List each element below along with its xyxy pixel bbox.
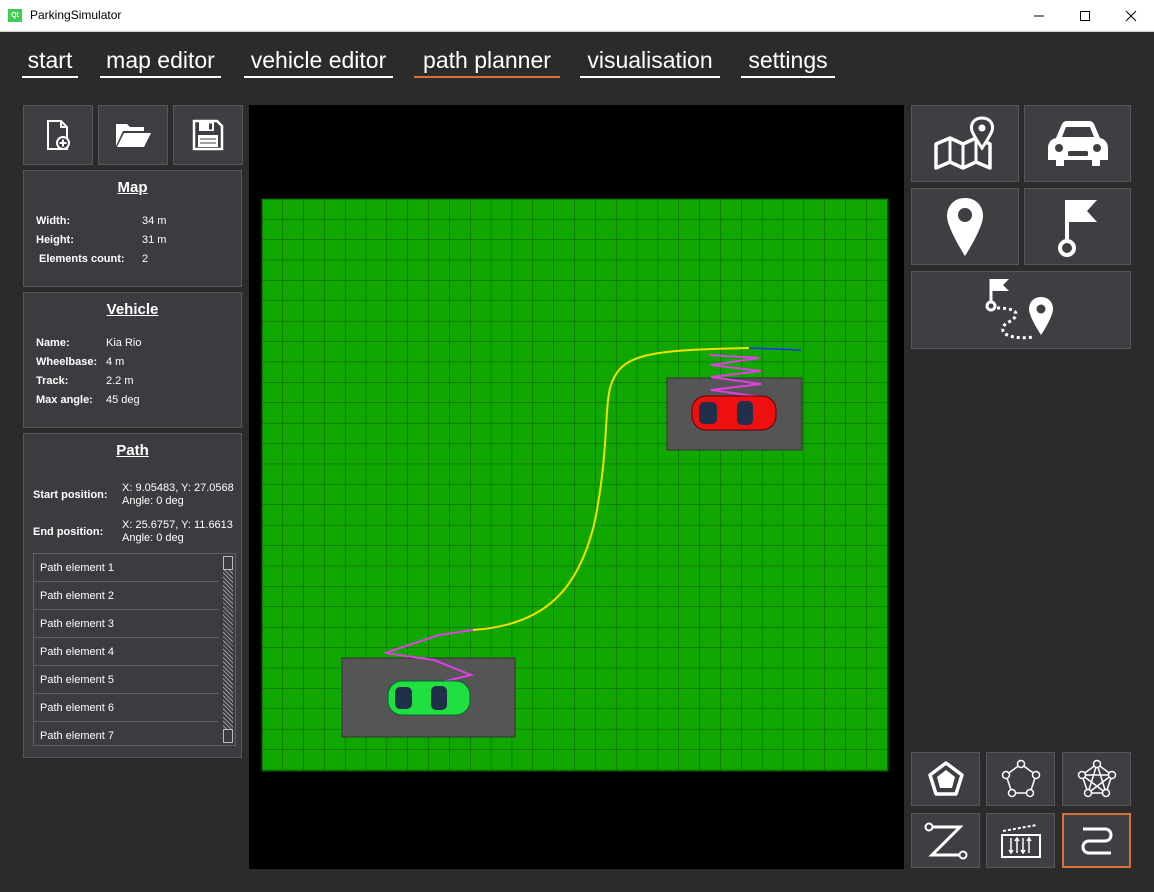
tab-settings[interactable]: settings <box>741 44 835 78</box>
car-icon <box>1047 120 1108 166</box>
main-tabs: start map editor vehicle editor path pla… <box>0 31 1154 91</box>
path-info-panel: Path Start position: X: 9.05483, Y: 27.0… <box>23 433 242 758</box>
vehicle-wheelbase-label: Wheelbase: <box>36 356 98 368</box>
new-file-button[interactable] <box>23 105 93 165</box>
close-icon <box>1125 10 1137 21</box>
vehicle-info-panel: Vehicle Name: Kia Rio Wheelbase: 4 m Tra… <box>23 292 242 428</box>
curve-path-icon <box>1081 827 1112 854</box>
vehicle-wheelbase-value: 4 m <box>106 356 125 368</box>
polygon-graph-icon <box>1001 759 1040 798</box>
map-panel-title: Map <box>117 179 148 196</box>
plan-route-button[interactable] <box>911 271 1131 349</box>
new-file-icon <box>47 120 70 150</box>
full-graph-icon <box>1077 759 1116 798</box>
map-icon <box>934 115 994 170</box>
close-button[interactable] <box>1108 0 1154 31</box>
list-item[interactable]: Path element 4 <box>34 638 219 666</box>
map-width-value: 34 m <box>142 215 167 227</box>
path-panel-title: Path <box>116 442 149 459</box>
title-bar: Qt ParkingSimulator <box>0 0 1154 32</box>
window-title: ParkingSimulator <box>30 8 122 22</box>
flag-icon <box>1057 199 1097 257</box>
zigzag-path-icon <box>924 822 967 859</box>
maximize-button[interactable] <box>1062 0 1108 31</box>
save-icon <box>192 119 224 151</box>
end-position-angle: Angle: 0 deg <box>122 532 184 544</box>
map-info-panel: Map Width: 34 m Height: 31 m Elements co… <box>23 170 242 287</box>
tab-path-planner[interactable]: path planner <box>414 44 560 78</box>
list-item[interactable]: Path element 1 <box>34 554 219 582</box>
end-car <box>691 395 777 431</box>
start-car <box>387 680 471 716</box>
pentagon-icon <box>927 761 964 796</box>
start-position-angle: Angle: 0 deg <box>122 495 184 507</box>
set-start-position-button[interactable] <box>911 188 1019 265</box>
qt-app-icon: Qt <box>8 9 22 22</box>
list-item[interactable]: Path element 5 <box>34 666 219 694</box>
list-item[interactable]: Path element 6 <box>34 694 219 722</box>
tab-start[interactable]: start <box>22 44 78 78</box>
vehicle-name-value: Kia Rio <box>106 337 142 349</box>
maximize-icon <box>1080 10 1090 21</box>
vehicle-max-angle-value: 45 deg <box>106 394 140 406</box>
simulation-canvas[interactable] <box>249 105 904 869</box>
save-button[interactable] <box>173 105 243 165</box>
start-position-label: Start position: <box>33 489 108 501</box>
minimize-button[interactable] <box>1016 0 1062 31</box>
end-position-coords: X: 25.6757, Y: 11.6613 <box>122 519 233 531</box>
tab-visualisation[interactable]: visualisation <box>580 44 720 78</box>
list-item[interactable]: Path element 3 <box>34 610 219 638</box>
map-height-label: Height: <box>36 234 74 246</box>
open-folder-button[interactable] <box>98 105 168 165</box>
vehicle-track-value: 2.2 m <box>106 375 134 387</box>
path-curve-button[interactable] <box>1062 813 1131 868</box>
vehicle-panel-title: Vehicle <box>106 301 159 318</box>
select-map-button[interactable] <box>911 105 1019 182</box>
map-height-value: 31 m <box>142 234 167 246</box>
list-item[interactable]: Path element 7 <box>34 722 219 745</box>
route-icon <box>985 279 1053 340</box>
start-position-coords: X: 9.05483, Y: 27.0568 <box>122 482 234 494</box>
vehicle-name-label: Name: <box>36 337 70 349</box>
vehicle-track-label: Track: <box>36 375 69 387</box>
scroll-down-button[interactable] <box>223 729 233 743</box>
list-scrollbar[interactable] <box>223 556 233 743</box>
algorithm-full-graph-button[interactable] <box>1062 752 1131 806</box>
scroll-up-button[interactable] <box>223 556 233 570</box>
map-elements-value: 2 <box>142 253 149 265</box>
end-position-label: End position: <box>33 526 104 538</box>
tab-vehicle-editor[interactable]: vehicle editor <box>244 44 393 78</box>
algorithm-polygon-button[interactable] <box>911 752 980 806</box>
minimize-icon <box>1034 15 1044 16</box>
map-view[interactable] <box>249 105 904 869</box>
path-parking-button[interactable] <box>986 813 1055 868</box>
path-elements-list[interactable]: Path element 1 Path element 2 Path eleme… <box>33 553 236 746</box>
tab-map-editor[interactable]: map editor <box>100 44 221 78</box>
parking-arrows-icon <box>1000 823 1041 858</box>
path-linear-button[interactable] <box>911 813 980 868</box>
list-item[interactable]: Path element 2 <box>34 582 219 610</box>
map-elements-label: Elements count: <box>39 253 125 265</box>
set-end-position-button[interactable] <box>1024 188 1131 265</box>
select-vehicle-button[interactable] <box>1024 105 1131 182</box>
map-width-label: Width: <box>36 215 71 227</box>
vehicle-max-angle-label: Max angle: <box>36 394 93 406</box>
open-folder-icon <box>116 124 151 147</box>
algorithm-graph-button[interactable] <box>986 752 1055 806</box>
location-pin-icon <box>947 197 983 256</box>
